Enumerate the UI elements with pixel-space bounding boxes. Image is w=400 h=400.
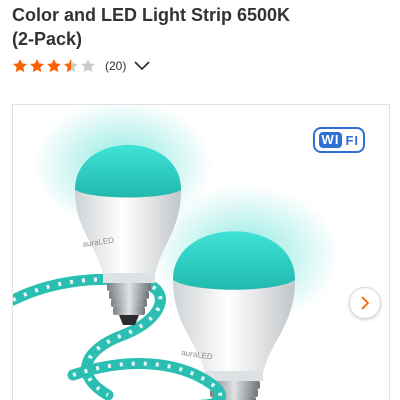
product-image-carousel[interactable]: auraLED auraLED WI FI: [12, 104, 390, 400]
star-icon: [13, 59, 27, 73]
wifi-badge-part-2: FI: [345, 132, 359, 148]
next-image-button[interactable]: [349, 287, 381, 319]
product-page: Color and LED Light Strip 6500K (2-Pack): [0, 0, 400, 400]
rating-row[interactable]: (20): [12, 56, 150, 76]
wifi-badge-part-1: WI: [318, 132, 343, 148]
wifi-badge: WI FI: [312, 127, 365, 153]
empty-star-icon: [81, 59, 95, 73]
half-star-icon: [64, 59, 78, 73]
chevron-right-icon: [361, 296, 369, 310]
product-title-line-2: (2-Pack): [12, 29, 83, 49]
review-count[interactable]: (20): [105, 59, 126, 73]
star-icon: [30, 59, 44, 73]
chevron-down-icon[interactable]: [134, 60, 150, 72]
product-title: Color and LED Light Strip 6500K (2-Pack): [12, 3, 392, 51]
product-title-line-1: Color and LED Light Strip 6500K: [12, 5, 291, 25]
star-icon: [47, 59, 61, 73]
star-rating: [12, 58, 97, 74]
